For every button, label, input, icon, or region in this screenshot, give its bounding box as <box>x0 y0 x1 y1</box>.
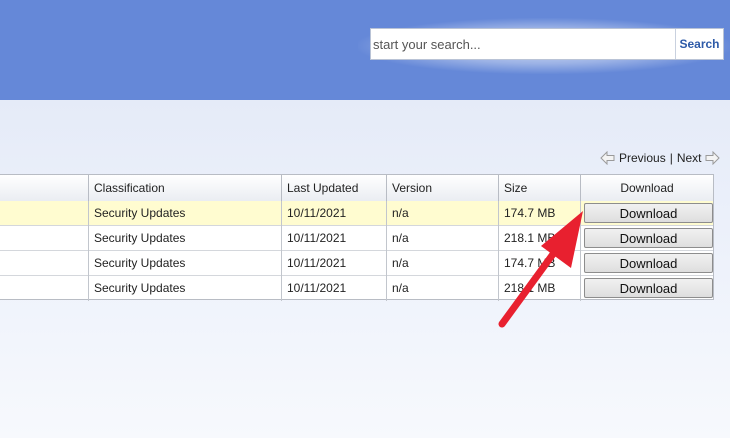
classification-cell: Security Updates <box>89 201 282 226</box>
last-updated-cell: 10/11/2021 <box>282 276 387 301</box>
classification-cell: Security Updates <box>89 226 282 251</box>
download-button[interactable]: Download <box>584 203 713 223</box>
last-updated-cell: 10/11/2021 <box>282 201 387 226</box>
version-cell: n/a <box>387 201 499 226</box>
updates-table: Classification Last Updated Version Size… <box>0 174 714 301</box>
table-row: Security Updates 10/11/2021 n/a 218.1 MB… <box>0 276 713 301</box>
download-cell: Download <box>581 276 713 301</box>
previous-link[interactable]: Previous <box>619 151 666 165</box>
version-cell: n/a <box>387 251 499 276</box>
table-row: Security Updates 10/11/2021 n/a 174.7 MB… <box>0 251 713 276</box>
last-updated-cell: 10/11/2021 <box>282 226 387 251</box>
download-cell: Download <box>581 201 713 226</box>
last-updated-cell: 10/11/2021 <box>282 251 387 276</box>
download-button[interactable]: Download <box>584 228 713 248</box>
download-cell: Download <box>581 226 713 251</box>
search-button[interactable]: Search <box>675 29 723 59</box>
column-header-download: Download <box>620 181 674 195</box>
column-header-version[interactable]: Version <box>387 175 499 201</box>
title-cell[interactable] <box>0 276 89 301</box>
download-button[interactable]: Download <box>584 278 713 298</box>
search-input[interactable] <box>371 29 675 59</box>
pager: Previous | Next <box>600 149 720 167</box>
title-cell[interactable] <box>0 201 89 226</box>
column-header-last-updated[interactable]: Last Updated <box>282 175 387 201</box>
pager-separator: | <box>669 151 673 165</box>
search-box: Search <box>370 28 724 60</box>
classification-cell: Security Updates <box>89 276 282 301</box>
title-cell[interactable] <box>0 251 89 276</box>
classification-cell: Security Updates <box>89 251 282 276</box>
next-link[interactable]: Next <box>677 151 702 165</box>
version-cell: n/a <box>387 226 499 251</box>
size-cell: 174.7 MB <box>499 201 581 226</box>
size-cell: 218.1 MB <box>499 226 581 251</box>
table-row: Security Updates 10/11/2021 n/a 174.7 MB… <box>0 201 713 226</box>
size-cell: 218.1 MB <box>499 276 581 301</box>
table-row: Security Updates 10/11/2021 n/a 218.1 MB… <box>0 226 713 251</box>
column-header-title[interactable] <box>0 175 89 201</box>
column-header-size[interactable]: Size <box>499 175 581 201</box>
arrow-right-icon[interactable] <box>704 150 720 166</box>
column-header-classification[interactable]: Classification <box>89 175 282 201</box>
table-header: Classification Last Updated Version Size… <box>0 175 713 202</box>
download-button[interactable]: Download <box>584 253 713 273</box>
version-cell: n/a <box>387 276 499 301</box>
title-cell[interactable] <box>0 226 89 251</box>
download-cell: Download <box>581 251 713 276</box>
size-cell: 174.7 MB <box>499 251 581 276</box>
arrow-left-icon[interactable] <box>600 150 616 166</box>
